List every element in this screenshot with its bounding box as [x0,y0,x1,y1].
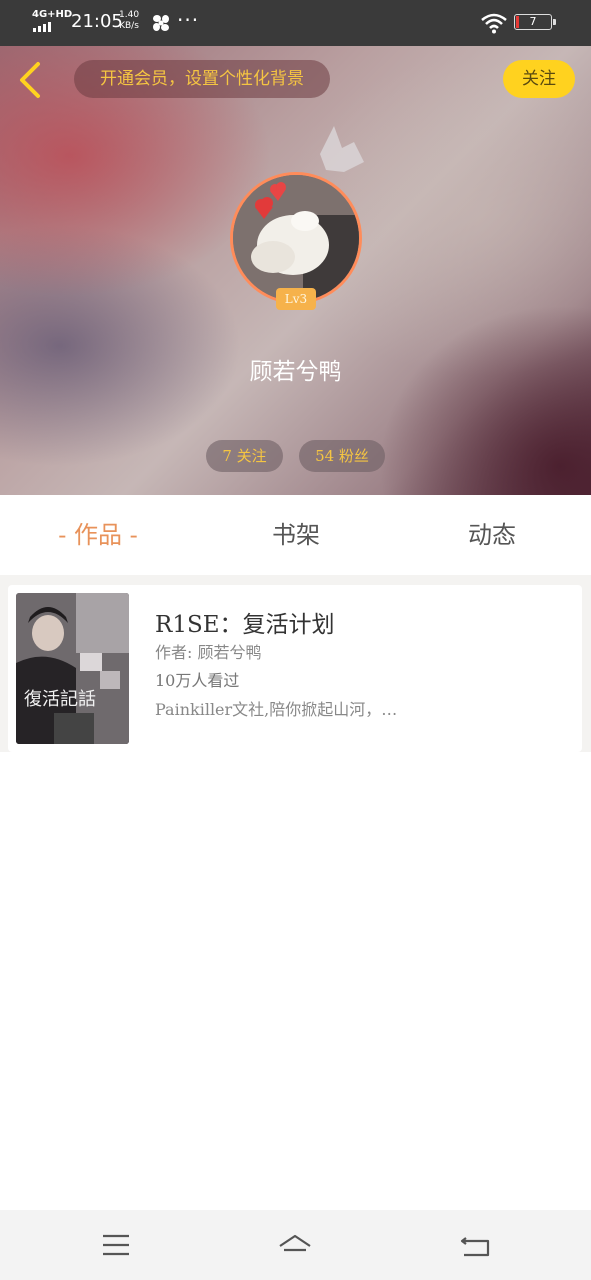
cover-title: 復活記話 [24,689,96,710]
signal-icon [33,22,57,32]
speed-value: 1.40 [119,10,140,20]
tab-bookshelf[interactable]: 书架 [248,495,344,575]
home-icon[interactable] [278,1228,312,1262]
vip-background-banner[interactable]: 开通会员，设置个性化背景 [74,60,330,98]
status-bar: 4G+HD 21:05 1.40 KB/s ··· 7 [0,0,591,46]
chevron-left-icon[interactable] [14,60,48,100]
book-description: Painkiller文社,陪你掀起山河，… [155,700,398,719]
level-badge: Lv3 [276,288,316,310]
speed-unit: KB/s [119,21,139,31]
list-item[interactable]: 復活記話 R1SE：复活计划 作者: 顾若兮鸭 10万人看过 Painkille… [8,585,582,752]
username: 顾若兮鸭 [249,359,342,385]
network-type: 4G+HD [32,9,73,20]
more-notifications: ··· [177,8,200,32]
clock: 21:05 [71,11,123,32]
tab-activity[interactable]: 动态 [444,495,540,575]
following-count[interactable]: 7 关注 [206,440,283,472]
wifi-icon [481,13,507,34]
book-author: 作者: 顾若兮鸭 [155,643,262,662]
network-speed: 1.40 KB/s [119,10,139,32]
book-title[interactable]: R1SE：复活计划 [155,605,335,639]
avatar[interactable] [230,172,362,304]
back-icon[interactable] [458,1228,492,1262]
profile-header: 开通会员，设置个性化背景 关注 Lv3 顾若兮鸭 7 关注 54 粉丝 [0,46,591,495]
battery-level: 7 [529,15,537,28]
fan-icon [153,15,169,31]
system-nav-bar [0,1210,591,1280]
book-views: 10万人看过 [155,671,240,690]
followers-count[interactable]: 54 粉丝 [299,440,385,472]
profile-tabs: - 作品 - 书架 动态 [0,495,591,575]
menu-icon[interactable] [99,1228,133,1262]
works-list: 復活記話 R1SE：复活计划 作者: 顾若兮鸭 10万人看过 Painkille… [0,575,591,752]
book-cover[interactable]: 復活記話 [16,593,129,744]
battery-icon: 7 [514,14,556,30]
cover-image: 復活記話 [16,593,129,744]
tab-works[interactable]: - 作品 - [30,495,166,575]
follow-button[interactable]: 关注 [503,60,575,98]
avatar-image [233,175,359,301]
